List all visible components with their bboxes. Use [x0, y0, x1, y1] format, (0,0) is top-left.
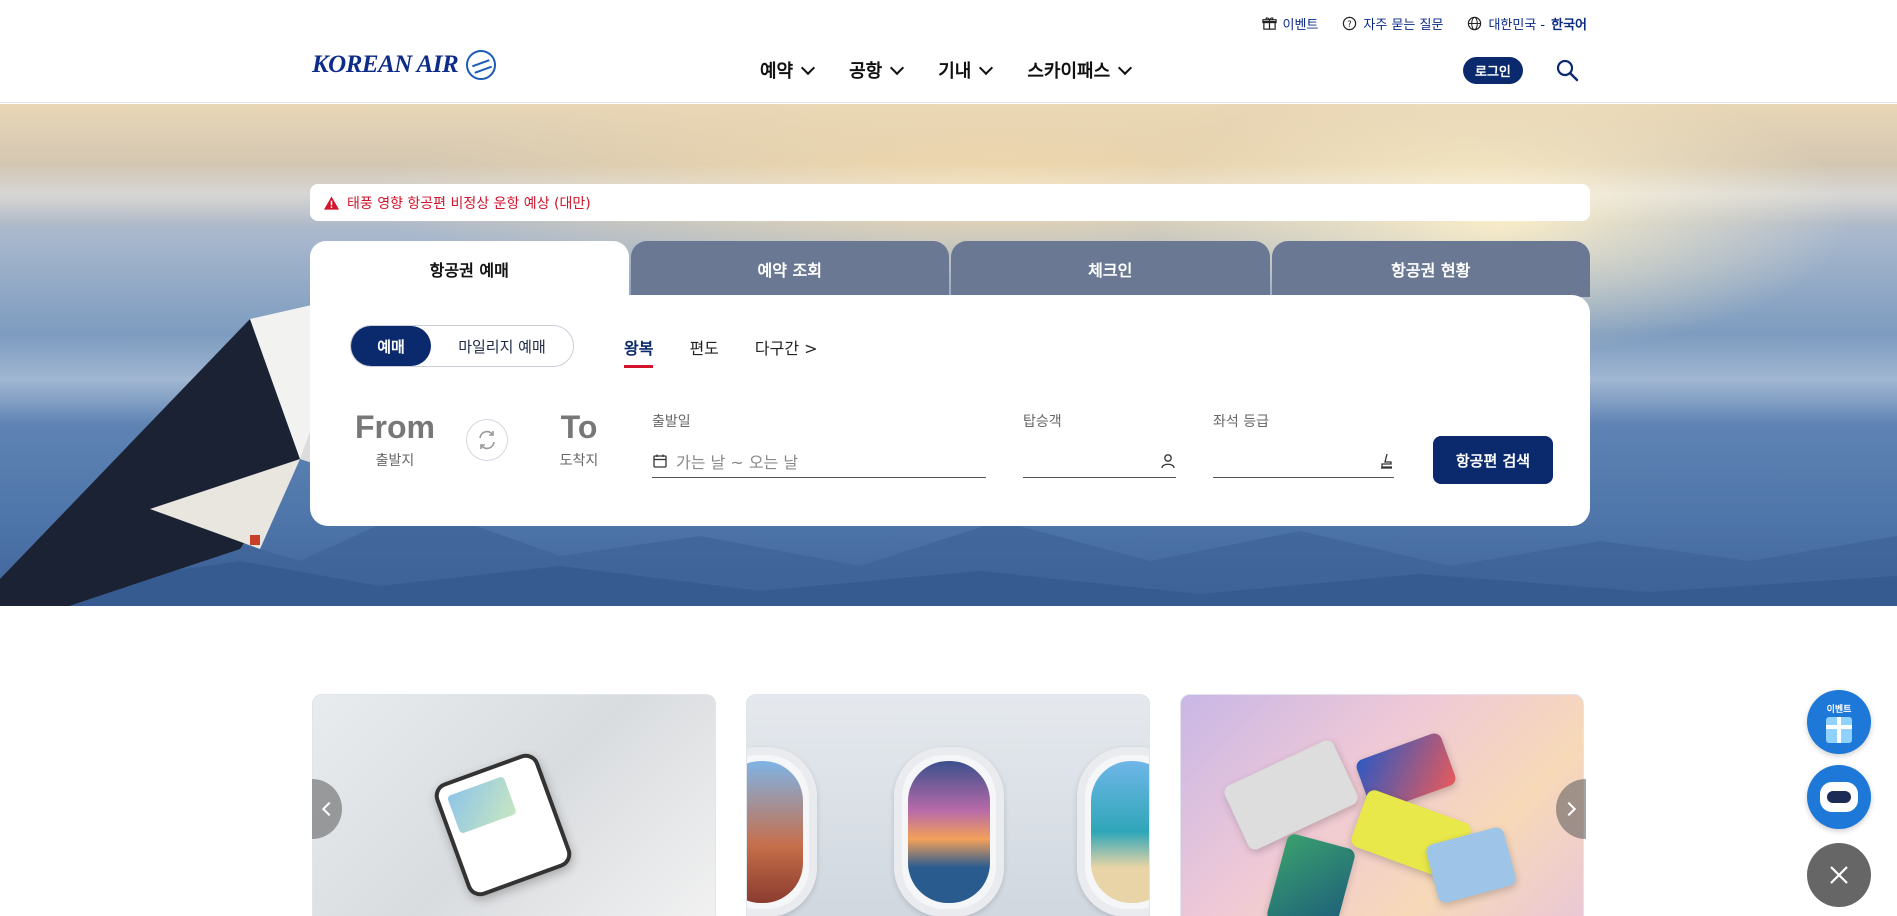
seat-icon — [1381, 453, 1392, 469]
booking-panel: 예매 마일리지 예매 왕복 편도 다구간 > From 출발지 To 도착지 출… — [310, 295, 1590, 526]
event-link[interactable]: 이벤트 — [1261, 14, 1319, 33]
logo-text: KOREAN AIR — [312, 51, 459, 78]
nav-item-label: 예약 — [760, 61, 794, 82]
tab-manage-booking[interactable]: 예약 조회 — [630, 241, 949, 297]
booking-tabs: 항공권 예매 예약 조회 체크인 항공권 현황 — [310, 241, 1590, 297]
event-caption: 이벤트 — [1826, 704, 1852, 715]
mode-regular-option[interactable]: 예매 — [351, 326, 431, 366]
departure-date-field: 출발일 가는 날 ~ 오는 날 — [652, 411, 986, 478]
promo-card[interactable] — [312, 694, 716, 916]
trip-round-trip[interactable]: 왕복 — [624, 335, 654, 368]
airplane-window-image — [747, 747, 817, 916]
destination-label: 도착지 — [559, 453, 599, 469]
swap-route-button[interactable] — [466, 418, 508, 461]
chevron-right-icon — [1561, 801, 1577, 817]
booking-mode-toggle: 예매 마일리지 예매 — [350, 325, 574, 367]
nav-item-airport[interactable]: 공항 — [849, 57, 905, 83]
calendar-icon — [653, 454, 667, 468]
korean-air-logo[interactable]: KOREAN AIR — [312, 50, 497, 80]
cabin-label: 좌석 등급 — [1213, 414, 1269, 430]
passengers-field: 탑승객 — [1023, 411, 1176, 478]
cabin-input[interactable] — [1213, 445, 1394, 478]
chevron-down-icon — [890, 60, 905, 75]
event-floating-button[interactable]: 이벤트 — [1807, 690, 1871, 754]
faq-label: 자주 묻는 질문 — [1363, 18, 1444, 33]
airplane-window-image — [1077, 747, 1149, 916]
trip-multi-city[interactable]: 다구간 > — [755, 335, 818, 368]
tab-check-in[interactable]: 체크인 — [951, 241, 1270, 297]
card-image — [1265, 832, 1357, 916]
nav-item-reservation[interactable]: 예약 — [760, 57, 816, 83]
nav-item-label: 기내 — [938, 61, 972, 82]
cabin-class-field: 좌석 등급 — [1213, 411, 1394, 478]
passengers-input[interactable] — [1023, 445, 1176, 478]
promo-card[interactable] — [1180, 694, 1584, 916]
smartphone-image — [430, 749, 576, 901]
close-floating-button[interactable] — [1807, 843, 1871, 907]
main-nav: 예약 공항 기내 스카이패스 — [760, 57, 1133, 83]
origin-selector[interactable]: From 출발지 — [350, 409, 440, 470]
globe-icon — [1467, 16, 1482, 31]
nav-item-label: 스카이패스 — [1027, 61, 1111, 82]
chatbot-button[interactable] — [1807, 765, 1871, 829]
svg-text:?: ? — [1348, 19, 1352, 29]
person-icon — [1161, 454, 1175, 469]
destination-code: To — [560, 409, 598, 445]
nav-item-label: 공항 — [849, 61, 883, 82]
warning-icon — [324, 195, 339, 210]
date-label: 출발일 — [652, 414, 691, 430]
promo-carousel — [312, 694, 1584, 916]
search-flights-button[interactable]: 항공편 검색 — [1433, 436, 1553, 484]
gift-icon — [1826, 716, 1852, 743]
language-selector[interactable]: 대한민국 - 한국어 — [1467, 14, 1587, 33]
trip-type-selector: 왕복 편도 다구간 > — [624, 335, 818, 368]
tab-book-ticket[interactable]: 항공권 예매 — [310, 241, 629, 297]
language-label: 한국어 — [1551, 18, 1587, 33]
trip-one-way[interactable]: 편도 — [689, 335, 718, 368]
date-input[interactable]: 가는 날 ~ 오는 날 — [652, 445, 986, 478]
origin-label: 출발지 — [375, 453, 415, 469]
chatbot-icon — [1820, 782, 1858, 812]
close-icon — [1830, 866, 1848, 884]
login-button[interactable]: 로그인 — [1463, 57, 1523, 84]
event-label: 이벤트 — [1282, 18, 1319, 33]
tab-flight-status[interactable]: 항공권 현황 — [1271, 241, 1590, 297]
alert-text: 태풍 영향 항공편 비정상 운항 예상 (대만) — [347, 195, 591, 212]
question-circle-icon: ? — [1342, 16, 1357, 31]
faq-link[interactable]: ? 자주 묻는 질문 — [1342, 14, 1443, 33]
mode-mileage-option[interactable]: 마일리지 예매 — [431, 326, 573, 366]
origin-code: From — [355, 409, 435, 445]
date-placeholder: 가는 날 ~ 오는 날 — [676, 453, 799, 472]
site-header: KOREAN AIR 예약 공항 기내 스카이패스 로그인 — [0, 0, 1897, 103]
chevron-down-icon — [979, 60, 994, 75]
gift-icon — [1261, 16, 1277, 31]
nav-item-skypass[interactable]: 스카이패스 — [1027, 57, 1133, 83]
route-selector: From 출발지 To 도착지 — [350, 409, 624, 470]
promo-card[interactable] — [746, 694, 1150, 916]
chevron-down-icon — [1118, 60, 1133, 75]
nav-item-inflight[interactable]: 기내 — [938, 57, 994, 83]
search-icon[interactable] — [1555, 58, 1579, 82]
chevron-left-icon — [321, 801, 337, 817]
service-alert[interactable]: 태풍 영향 항공편 비정상 운항 예상 (대만) — [310, 184, 1590, 221]
utility-bar: 이벤트 ? 자주 묻는 질문 대한민국 - 한국어 — [1261, 14, 1587, 33]
passengers-label: 탑승객 — [1023, 414, 1062, 430]
region-label: 대한민국 - — [1488, 18, 1546, 33]
swap-icon — [479, 430, 495, 449]
airplane-window-image — [894, 747, 1004, 916]
logo-emblem-icon — [466, 50, 497, 80]
destination-selector[interactable]: To 도착지 — [534, 409, 624, 470]
chevron-down-icon — [801, 60, 816, 75]
